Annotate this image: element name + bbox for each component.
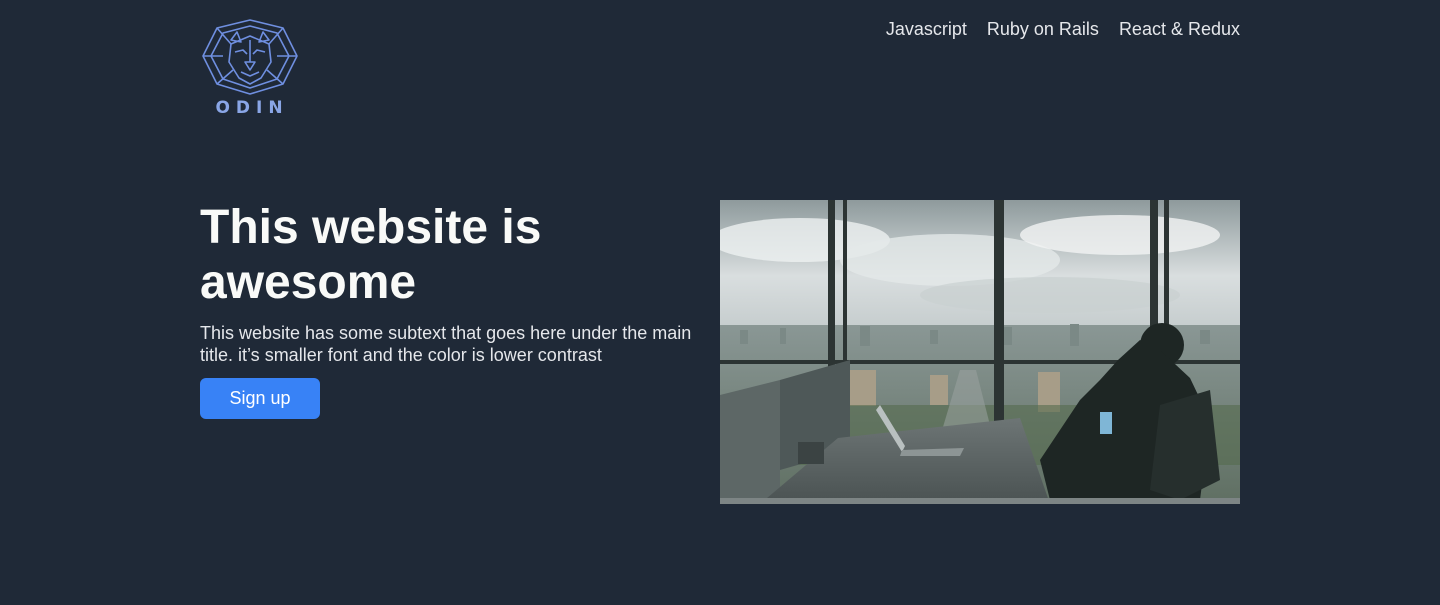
hero-subtitle: This website has some subtext that goes …	[200, 323, 692, 365]
office-photo	[720, 200, 1240, 504]
hero-title: This website is awesome	[200, 201, 542, 309]
nav-link-ruby-on-rails[interactable]: Ruby on Rails	[987, 19, 1099, 40]
top-nav: Javascript Ruby on Rails React & Redux	[886, 19, 1240, 40]
lion-head-logo-icon	[202, 19, 298, 95]
page: ODIN Javascript Ruby on Rails React & Re…	[0, 0, 1440, 605]
hero-text: This website is awesome This website has…	[200, 200, 700, 419]
sign-up-button[interactable]: Sign up	[200, 378, 320, 419]
hero-image	[720, 200, 1240, 504]
nav-link-javascript[interactable]: Javascript	[886, 19, 967, 40]
logo[interactable]: ODIN	[200, 18, 300, 118]
logo-text: ODIN	[215, 98, 289, 118]
nav-link-react-redux[interactable]: React & Redux	[1119, 19, 1240, 40]
